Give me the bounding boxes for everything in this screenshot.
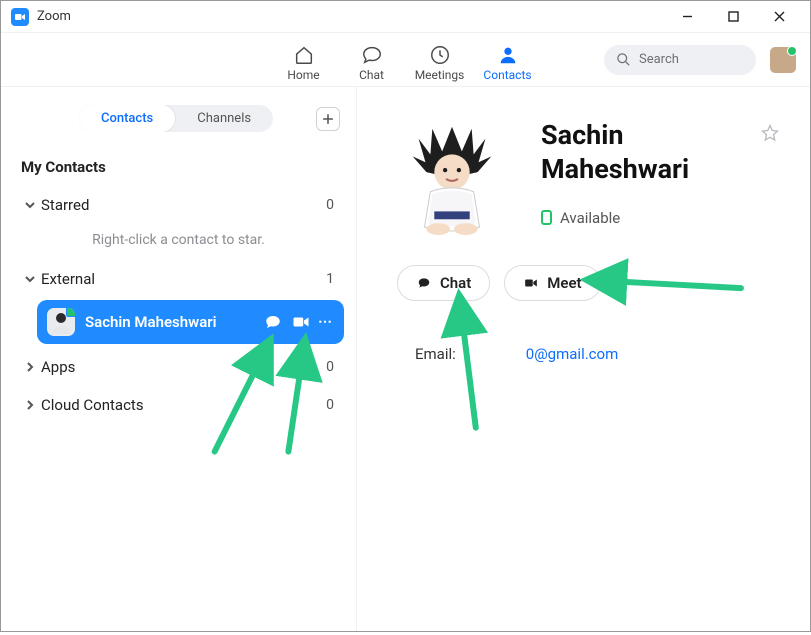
contact-chat-button[interactable] bbox=[262, 311, 284, 333]
section-count: 0 bbox=[326, 197, 334, 213]
zoom-app-icon bbox=[11, 8, 29, 26]
section-external[interactable]: External 1 bbox=[11, 260, 346, 298]
view-switcher: Contacts Channels bbox=[79, 105, 273, 132]
chevron-right-icon bbox=[21, 400, 39, 410]
meet-button-label: Meet bbox=[547, 274, 581, 292]
tab-label: Meetings bbox=[415, 68, 465, 82]
section-starred[interactable]: Starred 0 bbox=[11, 186, 346, 224]
contact-detail-name: Sachin Maheshwari bbox=[541, 119, 760, 187]
clock-icon bbox=[429, 44, 451, 66]
contact-name: Sachin Maheshwari bbox=[85, 313, 256, 331]
section-label: Apps bbox=[41, 358, 326, 376]
star-icon bbox=[760, 123, 780, 143]
add-contact-button[interactable] bbox=[316, 107, 340, 131]
contact-more-button[interactable]: ⋯ bbox=[318, 314, 334, 330]
user-avatar[interactable] bbox=[770, 47, 796, 73]
section-label: Starred bbox=[41, 196, 326, 214]
window-minimize-button[interactable] bbox=[664, 1, 710, 33]
meet-button[interactable]: Meet bbox=[504, 265, 600, 301]
window-maximize-button[interactable] bbox=[710, 1, 756, 33]
contact-row-selected[interactable]: Sachin Maheshwari ⋯ bbox=[37, 300, 344, 344]
contact-avatar bbox=[47, 308, 75, 336]
tab-label: Home bbox=[287, 68, 319, 82]
section-label: Cloud Contacts bbox=[41, 396, 326, 414]
star-hint: Right-click a contact to star. bbox=[11, 224, 346, 260]
section-apps[interactable]: Apps 0 bbox=[11, 348, 346, 386]
window-title: Zoom bbox=[37, 9, 71, 24]
chat-icon bbox=[416, 276, 432, 290]
view-channels[interactable]: Channels bbox=[175, 105, 273, 132]
chat-button[interactable]: Chat bbox=[397, 265, 490, 301]
section-label: External bbox=[41, 270, 326, 288]
search-icon bbox=[616, 52, 631, 67]
tab-label: Contacts bbox=[483, 68, 531, 82]
search-input[interactable]: Search bbox=[604, 45, 756, 75]
video-icon bbox=[523, 276, 539, 290]
section-count: 0 bbox=[326, 397, 334, 413]
tab-meetings[interactable]: Meetings bbox=[407, 38, 473, 82]
tab-chat[interactable]: Chat bbox=[339, 38, 405, 82]
sidebar: Contacts Channels My Contacts Starred 0 … bbox=[1, 87, 357, 631]
section-count: 1 bbox=[326, 271, 334, 287]
tab-label: Chat bbox=[359, 68, 384, 82]
contact-status: Available bbox=[541, 209, 780, 227]
plus-icon bbox=[322, 113, 334, 125]
status-text: Available bbox=[560, 209, 620, 227]
email-label: Email: bbox=[415, 345, 456, 363]
contact-detail-pane: Sachin Maheshwari Available Chat Meet bbox=[357, 87, 810, 631]
tab-home[interactable]: Home bbox=[271, 38, 337, 82]
chat-button-label: Chat bbox=[440, 274, 471, 292]
email-value[interactable]: 0@gmail.com bbox=[526, 345, 618, 363]
section-count: 0 bbox=[326, 359, 334, 375]
home-icon bbox=[293, 44, 315, 66]
star-contact-button[interactable] bbox=[760, 123, 780, 147]
contacts-icon bbox=[497, 44, 519, 66]
contact-detail-avatar bbox=[393, 117, 511, 235]
chevron-down-icon bbox=[21, 274, 39, 284]
chevron-right-icon bbox=[21, 362, 39, 372]
tab-contacts[interactable]: Contacts bbox=[475, 38, 541, 82]
search-placeholder: Search bbox=[639, 52, 679, 67]
chevron-down-icon bbox=[21, 200, 39, 210]
top-nav: Home Chat Meetings Contacts Search bbox=[1, 33, 810, 87]
titlebar: Zoom bbox=[1, 1, 810, 33]
window-close-button[interactable] bbox=[756, 1, 802, 33]
chat-icon bbox=[361, 44, 383, 66]
status-available-icon bbox=[541, 210, 552, 225]
my-contacts-heading: My Contacts bbox=[21, 158, 346, 176]
contact-video-button[interactable] bbox=[290, 311, 312, 333]
video-icon bbox=[292, 313, 310, 331]
view-contacts[interactable]: Contacts bbox=[79, 105, 175, 132]
chat-icon bbox=[264, 313, 282, 331]
section-cloud-contacts[interactable]: Cloud Contacts 0 bbox=[11, 386, 346, 424]
